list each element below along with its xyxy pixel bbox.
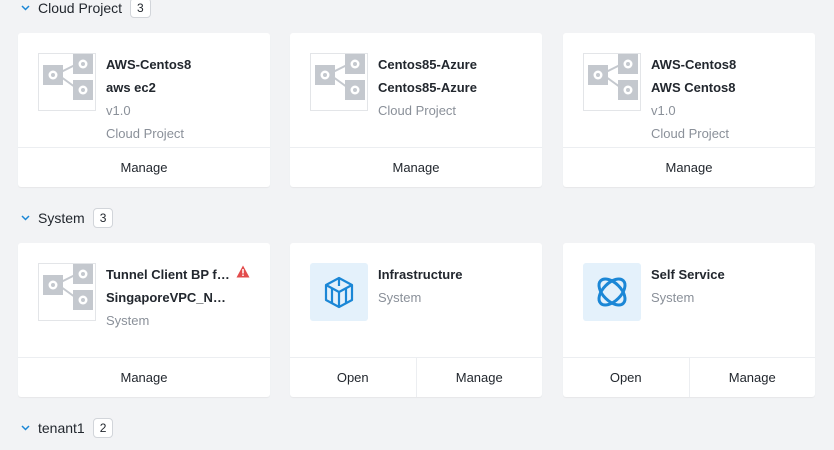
section-header-system[interactable]: System 3 — [18, 207, 114, 229]
card-body[interactable]: Centos85-Azure Centos85-Azure Cloud Proj… — [310, 53, 530, 147]
card-project: System — [651, 290, 695, 305]
blueprint-card-tunnel-client: Tunnel Client BP for SingaporeVPC Singap… — [18, 243, 270, 397]
card-body[interactable]: AWS-Centos8 AWS Centos8 v1.0 Cloud Proje… — [583, 53, 803, 147]
section-title: tenant1 — [38, 420, 85, 436]
blueprint-card-aws-centos8-2: AWS-Centos8 AWS Centos8 v1.0 Cloud Proje… — [563, 33, 815, 187]
count-badge: 2 — [92, 418, 114, 438]
manage-button[interactable]: Manage — [18, 148, 270, 187]
card-title: Infrastructure — [378, 267, 463, 282]
card-body[interactable]: Tunnel Client BP for SingaporeVPC Singap… — [38, 263, 258, 357]
count-badge: 3 — [92, 208, 114, 228]
chevron-down-icon[interactable] — [18, 421, 32, 435]
manage-button[interactable]: Manage — [415, 358, 543, 397]
card-version: v1.0 — [651, 103, 676, 118]
blueprint-gear-icon — [38, 53, 96, 111]
card-subtitle: AWS Centos8 — [651, 80, 736, 95]
open-button[interactable]: Open — [563, 358, 689, 397]
section-title: Cloud Project — [38, 0, 123, 16]
chevron-down-icon[interactable] — [18, 211, 32, 225]
card-title: Tunnel Client BP for SingaporeVPC — [106, 267, 230, 282]
warning-icon[interactable] — [236, 265, 250, 278]
card-title: AWS-Centos8 — [106, 57, 192, 72]
card-subtitle: Centos85-Azure — [378, 80, 477, 95]
section-header-tenant1[interactable]: tenant1 2 — [18, 417, 114, 439]
manage-button[interactable]: Manage — [18, 358, 270, 397]
chevron-down-icon[interactable] — [18, 1, 32, 15]
blueprint-gear-icon — [38, 263, 96, 321]
card-subtitle: SingaporeVPC_NTNX — [106, 290, 230, 305]
card-project: Cloud Project — [106, 126, 185, 141]
section-header-cloud-project[interactable]: Cloud Project 3 — [18, 0, 151, 19]
card-project: Cloud Project — [378, 103, 457, 118]
infrastructure-cube-icon — [310, 263, 368, 321]
count-badge: 3 — [130, 0, 151, 18]
card-body[interactable]: Infrastructure System — [310, 263, 530, 357]
card-project: System — [106, 313, 150, 328]
blueprint-gear-icon — [310, 53, 368, 111]
card-project: System — [378, 290, 422, 305]
manage-button[interactable]: Manage — [688, 358, 816, 397]
blueprint-card-aws-centos8: AWS-Centos8 aws ec2 v1.0 Cloud Project M… — [18, 33, 270, 187]
card-title: Centos85-Azure — [378, 57, 477, 72]
app-card-self-service: Self Service System Open Manage — [563, 243, 815, 397]
self-service-orbit-icon — [583, 263, 641, 321]
open-button[interactable]: Open — [290, 358, 416, 397]
app-card-infrastructure: Infrastructure System Open Manage — [290, 243, 542, 397]
card-version: v1.0 — [106, 103, 131, 118]
section-title: System — [38, 210, 85, 226]
manage-button[interactable]: Manage — [563, 148, 815, 187]
card-project: Cloud Project — [651, 126, 730, 141]
blueprint-card-centos85-azure: Centos85-Azure Centos85-Azure Cloud Proj… — [290, 33, 542, 187]
card-title: AWS-Centos8 — [651, 57, 737, 72]
card-body[interactable]: Self Service System — [583, 263, 803, 357]
card-body[interactable]: AWS-Centos8 aws ec2 v1.0 Cloud Project — [38, 53, 258, 147]
manage-button[interactable]: Manage — [290, 148, 542, 187]
card-title: Self Service — [651, 267, 725, 282]
card-subtitle: aws ec2 — [106, 80, 156, 95]
blueprint-gear-icon — [583, 53, 641, 111]
